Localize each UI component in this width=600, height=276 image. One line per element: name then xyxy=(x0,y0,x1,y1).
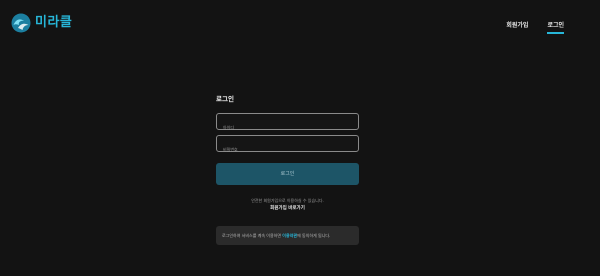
top-nav: 회원가입 로그인 xyxy=(487,20,564,34)
nav-login[interactable]: 로그인 xyxy=(547,20,564,34)
site-header: 미라클 회원가입 로그인 xyxy=(0,0,600,48)
wave-logo-icon xyxy=(11,13,31,33)
login-title: 로그인 xyxy=(216,95,234,103)
id-field xyxy=(216,113,359,135)
password-field xyxy=(216,135,359,157)
terms-notice: 로그인하여 서비스를 계속 이용하면 이용약관에 동의하게 됩니다. xyxy=(216,226,359,245)
id-input[interactable] xyxy=(217,120,353,135)
notice-suffix: 에 동의하게 됩니다. xyxy=(297,233,331,238)
brand-name: 미라클 xyxy=(35,15,73,30)
notice-prefix: 로그인하여 서비스를 계속 이용하면 xyxy=(222,233,283,238)
signup-link[interactable]: 회원가입 바로가기 xyxy=(216,205,359,211)
nav-signup[interactable]: 회원가입 xyxy=(506,20,528,29)
terms-link[interactable]: 이용약관 xyxy=(282,233,297,238)
signup-hint: 안전한 회원가입으로 이용하실 수 있습니다. xyxy=(251,198,324,203)
brand-logo[interactable]: 미라클 xyxy=(11,13,72,33)
password-input[interactable] xyxy=(217,142,353,157)
login-button[interactable]: 로그인 xyxy=(216,163,359,185)
